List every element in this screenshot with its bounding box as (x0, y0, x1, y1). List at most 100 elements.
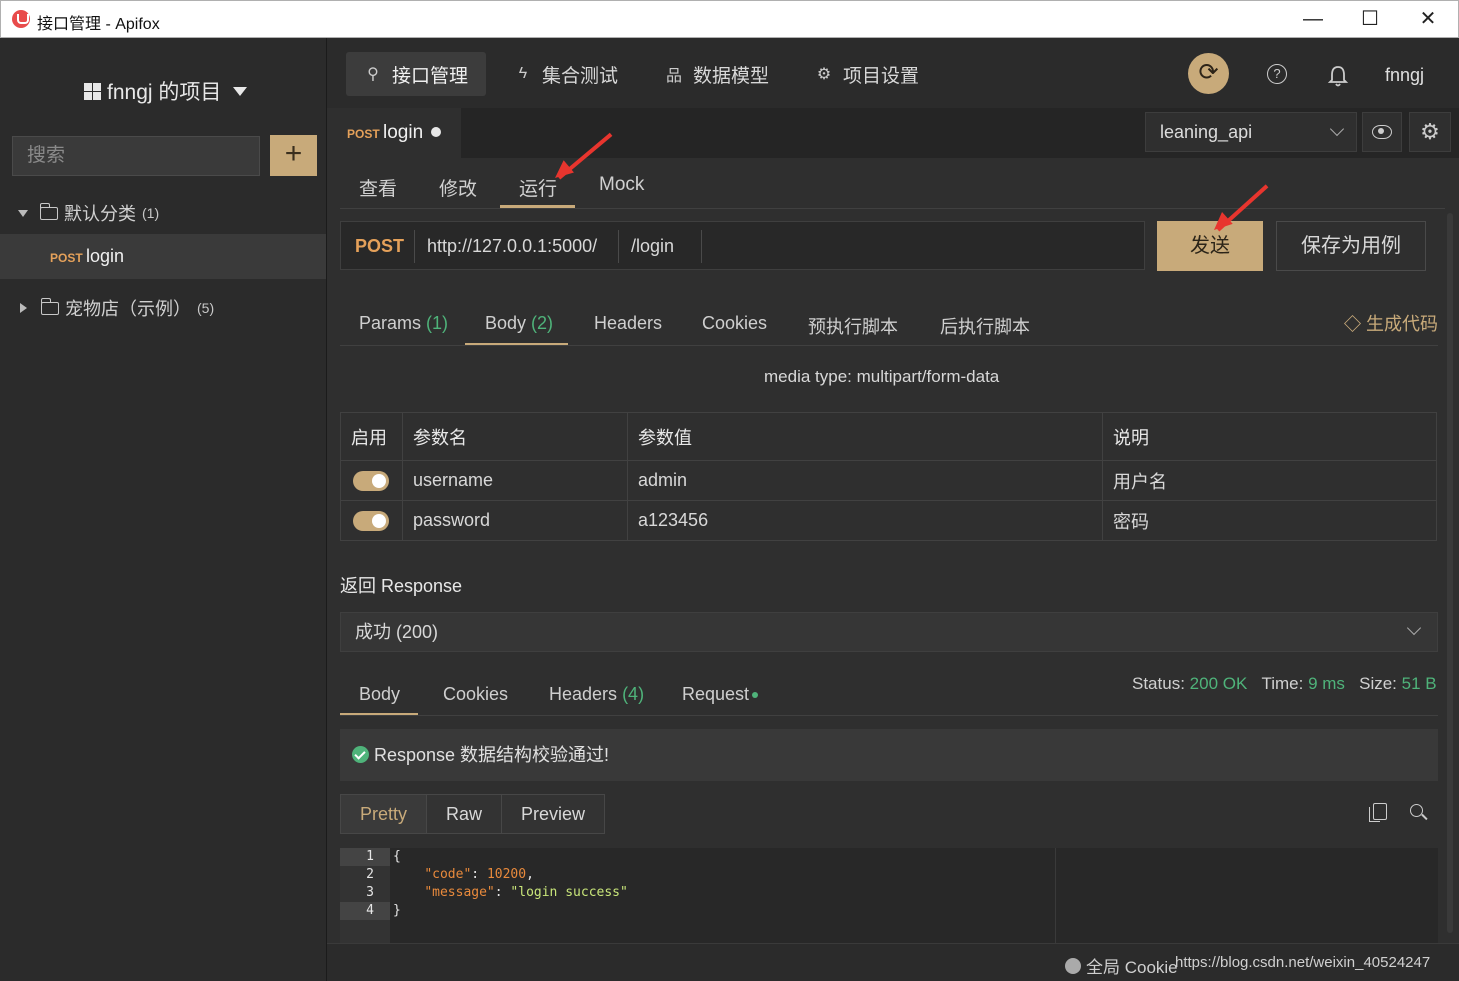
project-selector[interactable]: fnngj 的项目 (84, 76, 248, 106)
caret-down-icon (233, 86, 248, 96)
divider (414, 230, 415, 263)
response-title: 返回 Response (340, 576, 463, 596)
url-bar[interactable]: POST http://127.0.0.1:5000/ /login (340, 221, 1145, 270)
tab-cookies[interactable]: Cookies (702, 313, 767, 334)
tab-collection-test[interactable]: ϟ 集合测试 (496, 52, 636, 96)
tab-body[interactable]: Body (2) (485, 313, 553, 334)
tab-count: (4) (622, 684, 645, 704)
window-titlebar: 接口管理 - Apifox — ☐ ✕ (0, 0, 1459, 38)
folder-count: (5) (197, 300, 215, 316)
validation-text: Response 数据结构校验通过! (374, 745, 610, 765)
request-tab-login[interactable]: POST login (327, 108, 461, 158)
format-tabs: Pretty Raw Preview (340, 794, 606, 834)
maximize-button[interactable]: ☐ (1341, 1, 1399, 39)
send-button[interactable]: 发送 (1157, 221, 1263, 271)
method-badge: POST (50, 251, 83, 265)
param-desc-cell[interactable]: 密码 (1102, 500, 1437, 541)
copy-icon[interactable] (1369, 803, 1387, 822)
subtab-run[interactable]: 运行 (519, 174, 557, 201)
help-icon[interactable]: ? (1267, 64, 1287, 84)
table-row: password a123456 密码 (340, 500, 1437, 541)
folder-label: 默认分类 (64, 204, 136, 224)
vertical-scrollbar[interactable] (1447, 213, 1453, 933)
save-as-case-button[interactable]: 保存为用例 (1276, 221, 1426, 271)
subtab-mock[interactable]: Mock (599, 174, 644, 196)
subtab-view[interactable]: 查看 (359, 174, 397, 201)
status-dot-icon (752, 692, 759, 699)
tab-project-settings[interactable]: ⚙ 项目设置 (797, 52, 937, 96)
method-select[interactable]: POST (355, 236, 404, 257)
model-icon: 品 (665, 68, 682, 85)
response-code-view[interactable]: 1 2 3 4 { "code": 10200, "message": "log… (340, 848, 1438, 943)
param-value-cell[interactable]: admin (627, 460, 1103, 501)
media-type-label: media type: multipart/form-data (764, 367, 1000, 386)
tab-pre-script[interactable]: 预执行脚本 (808, 313, 898, 339)
base-url[interactable]: http://127.0.0.1:5000/ (427, 236, 597, 257)
subtab-edit[interactable]: 修改 (439, 174, 477, 201)
enable-toggle[interactable] (353, 511, 389, 532)
generate-code-link[interactable]: 生成代码 (1344, 310, 1438, 336)
param-value-cell[interactable]: a123456 (627, 500, 1103, 541)
folder-default[interactable]: 默认分类 (1) (18, 200, 159, 226)
divider (701, 230, 702, 263)
generate-code-label: 生成代码 (1366, 314, 1438, 334)
env-preview-button[interactable] (1362, 112, 1402, 152)
tab-count: (2) (531, 313, 554, 333)
gear-icon: ⚙ (816, 66, 832, 83)
line-number: 4 (340, 902, 390, 920)
sync-button[interactable]: ⟳ (1188, 53, 1229, 94)
format-pretty-button[interactable]: Pretty (341, 795, 428, 833)
gear-icon: ⚙ (1420, 119, 1440, 144)
cookie-label: 全局 Cookie (1086, 958, 1178, 977)
response-tab-headers[interactable]: Headers (4) (549, 684, 644, 705)
minimize-button[interactable]: — (1284, 1, 1342, 39)
expand-arrow-icon (18, 209, 28, 217)
global-cookie-button[interactable]: 全局 Cookie (1065, 953, 1178, 978)
params-table: 启用 参数名 参数值 说明 username admin 用户名 passwor… (340, 412, 1437, 541)
status-bar: 全局 Cookie https://blog.csdn.net/weixin_4… (327, 943, 1459, 981)
bell-icon[interactable] (1327, 64, 1349, 88)
column-header: 参数值 (627, 412, 1103, 461)
column-header: 参数名 (402, 412, 628, 461)
format-raw-button[interactable]: Raw (427, 795, 503, 833)
tab-post-script[interactable]: 后执行脚本 (940, 313, 1030, 339)
tab-data-model[interactable]: 品 数据模型 (647, 52, 787, 96)
line-number: 3 (366, 885, 374, 900)
user-name[interactable]: fnngj (1385, 65, 1424, 86)
line-gutter: 1 2 3 4 (340, 848, 390, 943)
tab-api-management[interactable]: ⚲ 接口管理 (346, 52, 487, 96)
tab-label: Params (359, 313, 422, 333)
tab-params[interactable]: Params (1) (359, 313, 448, 334)
response-tab-body[interactable]: Body (359, 684, 400, 705)
tab-label: Body (485, 313, 527, 333)
code-line: { (393, 849, 401, 864)
unsaved-dot-icon (431, 127, 441, 137)
close-button[interactable]: ✕ (1399, 1, 1457, 39)
param-name-cell[interactable]: password (402, 500, 628, 541)
search-icon[interactable] (1410, 804, 1423, 817)
request-tab-name: login (383, 122, 424, 143)
project-name: fnngj 的项目 (107, 81, 222, 104)
param-desc-cell[interactable]: 用户名 (1102, 460, 1437, 501)
request-tab-strip: POST login leaning_api ⚙ (327, 108, 1459, 158)
environment-select[interactable]: leaning_api (1145, 112, 1357, 152)
sidebar-item-login[interactable]: POST login (0, 234, 326, 279)
code-line: "message": "login success" (424, 885, 628, 900)
tab-headers[interactable]: Headers (594, 313, 662, 334)
env-settings-button[interactable]: ⚙ (1409, 112, 1451, 152)
response-tab-request[interactable]: Request (682, 684, 759, 705)
param-name-cell[interactable]: username (402, 460, 628, 501)
cube-icon (1344, 314, 1361, 332)
chevron-down-icon (1329, 121, 1345, 137)
divider (1055, 848, 1056, 943)
folder-petstore[interactable]: 宠物店（示例） (5) (18, 295, 214, 321)
response-case-select[interactable]: 成功 (200) (340, 612, 1438, 652)
path-input[interactable]: /login (631, 236, 674, 257)
search-input[interactable]: 搜索 (12, 136, 260, 176)
response-tab-cookies[interactable]: Cookies (443, 684, 508, 705)
add-button[interactable]: + (270, 135, 317, 176)
format-preview-button[interactable]: Preview (502, 795, 605, 833)
enable-toggle[interactable] (353, 471, 389, 492)
collapse-arrow-icon (20, 303, 27, 313)
top-nav: ⚲ 接口管理 ϟ 集合测试 品 数据模型 ⚙ 项目设置 ⟳ ? fnngj (327, 38, 1459, 108)
